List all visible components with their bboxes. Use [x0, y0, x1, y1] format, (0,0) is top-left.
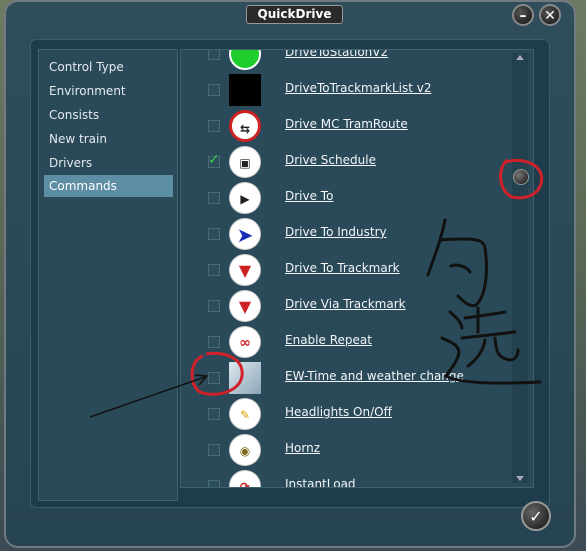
sidebar-item-consists[interactable]: Consists [44, 104, 173, 126]
list-item: EW-Time and weather change [181, 360, 501, 396]
command-label[interactable]: Drive To Industry [285, 225, 387, 239]
list-item: DriveToTrackmarkList v2 [181, 72, 501, 108]
list-item: ▼ Drive To Trackmark [181, 252, 501, 288]
headlight-icon: ✎ [229, 398, 261, 430]
command-checkbox[interactable] [208, 300, 220, 312]
sidebar-item-drivers[interactable]: Drivers [44, 152, 173, 174]
red-triangle-icon: ▼ [229, 254, 261, 286]
blue-arrow-icon: ➤ [229, 218, 261, 250]
red-triangle-icon: ▼ [229, 290, 261, 322]
list-item: ✓ ▣ Drive Schedule [181, 144, 501, 180]
command-label[interactable]: DriveToTrackmarkList v2 [285, 81, 431, 95]
tram-route-icon: ⇆ [229, 110, 261, 142]
command-label[interactable]: Headlights On/Off [285, 405, 392, 419]
command-checkbox[interactable] [208, 336, 220, 348]
list-item: ◉ Hornz [181, 432, 501, 468]
command-checkbox[interactable] [208, 120, 220, 132]
list-item: ▼ Drive Via Trackmark [181, 288, 501, 324]
drive-to-icon: ▶ [229, 182, 261, 214]
command-label[interactable]: Drive MC TramRoute [285, 117, 408, 131]
command-label[interactable]: Drive Via Trackmark [285, 297, 406, 311]
list-scrollbar[interactable] [512, 53, 529, 483]
instant-load-icon: ⟳ [229, 470, 261, 487]
scroll-thumb[interactable] [513, 169, 529, 185]
sidebar: Control Type Environment Consists New tr… [38, 49, 178, 501]
green-station-icon [229, 50, 261, 70]
command-label[interactable]: InstantLoad [285, 477, 356, 487]
horn-icon: ◉ [229, 434, 261, 466]
command-label[interactable]: Enable Repeat [285, 333, 372, 347]
list-item: DriveToStationV2 [181, 50, 501, 72]
schedule-icon: ▣ [229, 146, 261, 178]
repeat-icon: ∞ [229, 326, 261, 358]
window-title: QuickDrive [246, 5, 343, 24]
command-checkbox[interactable] [208, 84, 220, 96]
command-label[interactable]: Hornz [285, 441, 320, 455]
sidebar-item-commands[interactable]: Commands [44, 175, 173, 197]
list-item: ∞ Enable Repeat [181, 324, 501, 360]
ok-button[interactable]: ✓ [521, 501, 551, 531]
list-item: ➤ Drive To Industry [181, 216, 501, 252]
command-checkbox[interactable]: ✓ [208, 152, 220, 168]
command-label[interactable]: Drive To [285, 189, 333, 203]
command-checkbox[interactable] [208, 444, 220, 456]
command-label[interactable]: DriveToStationV2 [285, 50, 388, 59]
commands-list: DriveToStationV2 DriveToTrackmarkList v2… [180, 49, 534, 488]
black-square-icon [229, 74, 261, 106]
command-checkbox[interactable] [208, 192, 220, 204]
sidebar-item-environment[interactable]: Environment [44, 80, 173, 102]
minimize-button[interactable]: – [512, 4, 534, 26]
sidebar-item-control-type[interactable]: Control Type [44, 56, 173, 78]
command-checkbox[interactable] [208, 480, 220, 487]
command-label[interactable]: EW-Time and weather change [285, 369, 464, 383]
command-checkbox[interactable] [208, 50, 220, 60]
close-button[interactable]: ✕ [539, 4, 561, 26]
scroll-up-icon[interactable] [516, 55, 524, 60]
command-checkbox[interactable] [208, 228, 220, 240]
list-item: ⟳ InstantLoad [181, 468, 501, 487]
list-item: ▶ Drive To [181, 180, 501, 216]
list-item: ⇆ Drive MC TramRoute [181, 108, 501, 144]
command-label[interactable]: Drive To Trackmark [285, 261, 400, 275]
sidebar-item-new-train[interactable]: New train [44, 128, 173, 150]
command-label[interactable]: Drive Schedule [285, 153, 376, 167]
scroll-down-icon[interactable] [516, 476, 524, 481]
checkmark-icon: ✓ [208, 152, 220, 168]
command-checkbox[interactable] [208, 408, 220, 420]
weather-photo-icon [229, 362, 261, 394]
command-checkbox[interactable] [208, 264, 220, 276]
command-checkbox[interactable] [208, 372, 220, 384]
list-item: ✎ Headlights On/Off [181, 396, 501, 432]
